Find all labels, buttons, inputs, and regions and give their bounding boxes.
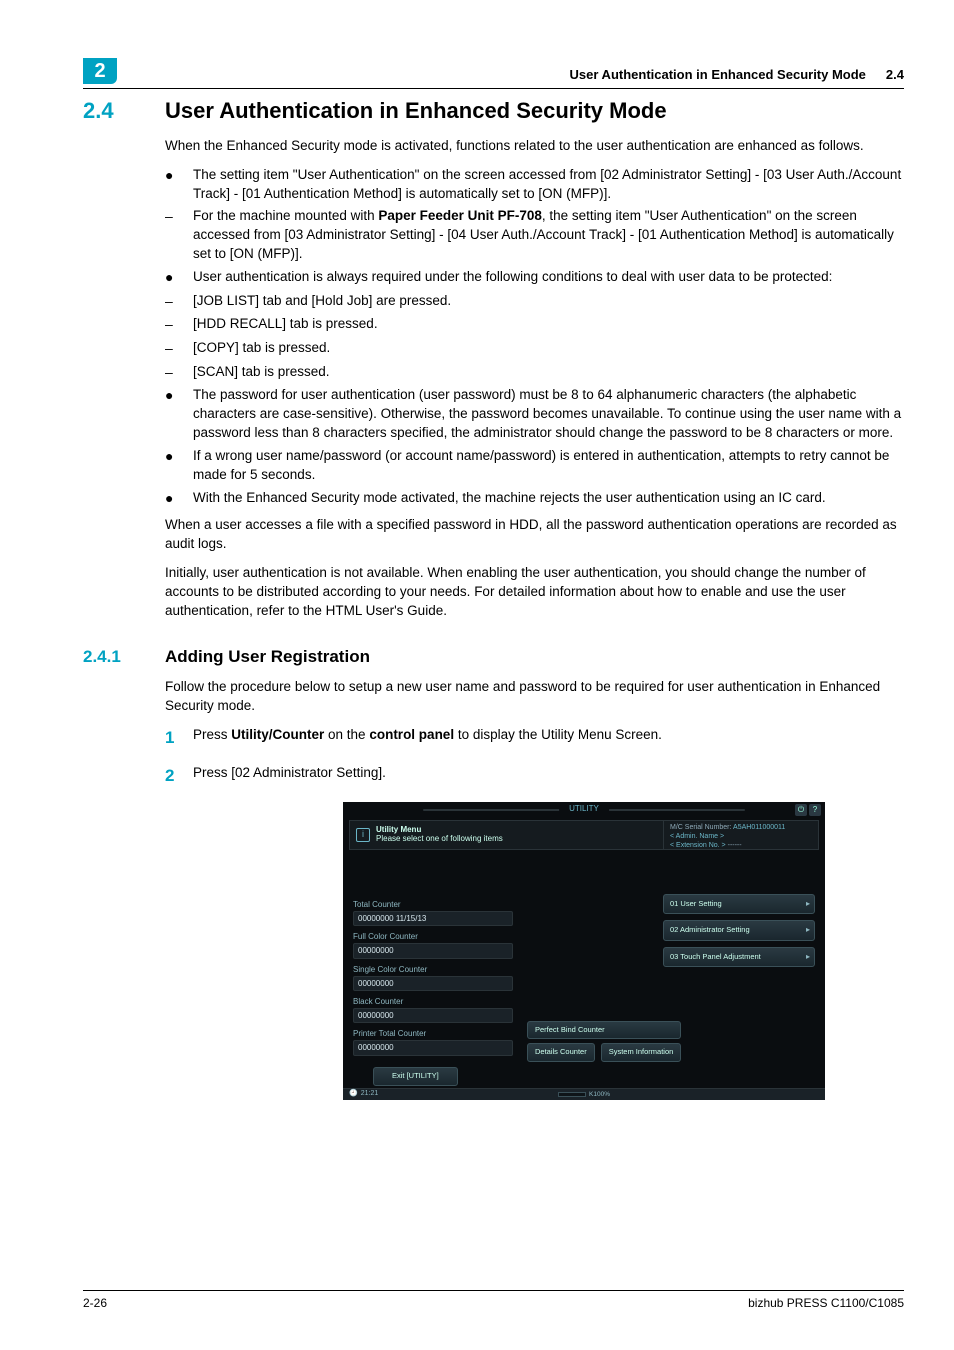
step-item: 2 Press [02 Administrator Setting].	[165, 764, 904, 788]
machine-info: M/C Serial Number: A5AH011000011 < Admin…	[663, 821, 818, 849]
touch-panel-adjustment-button[interactable]: 03 Touch Panel Adjustment	[663, 947, 815, 968]
step-number: 2	[165, 764, 193, 788]
utility-tab-label: UTILITY	[559, 803, 609, 814]
section-title: User Authentication in Enhanced Security…	[165, 96, 667, 127]
list-item: ●If a wrong user name/password (or accou…	[165, 447, 904, 485]
total-counter-label: Total Counter	[353, 899, 513, 910]
list-text: [COPY] tab is pressed.	[193, 339, 330, 359]
bullet-list: ●The setting item "User Authentication" …	[165, 166, 904, 508]
extension-label: < Extension No. >	[670, 842, 726, 849]
list-item: –[SCAN] tab is pressed.	[165, 363, 904, 383]
utility-info-bar: i Utility Menu Please select one of foll…	[349, 820, 819, 850]
list-item: – For the machine mounted with Paper Fee…	[165, 207, 904, 264]
bold-text: Utility/Counter	[231, 727, 324, 742]
paragraph: Initially, user authentication is not av…	[165, 564, 904, 621]
total-counter-value: 00000000 11/15/13	[353, 911, 513, 926]
list-item: –[JOB LIST] tab and [Hold Job] are press…	[165, 292, 904, 312]
section-number: 2.4	[83, 96, 165, 127]
single-color-counter-label: Single Color Counter	[353, 964, 513, 975]
step-item: 1 Press Utility/Counter on the control p…	[165, 726, 904, 750]
power-icon[interactable]: ⏻	[795, 804, 807, 816]
counter-button-group: Perfect Bind Counter Details Counter Sys…	[527, 1021, 681, 1062]
text: Press	[193, 727, 231, 742]
list-item: –[COPY] tab is pressed.	[165, 339, 904, 359]
section-heading: 2.4 User Authentication in Enhanced Secu…	[83, 96, 904, 127]
full-color-counter-value: 00000000	[353, 943, 513, 958]
list-item: –[HDD RECALL] tab is pressed.	[165, 315, 904, 335]
step-number: 1	[165, 726, 193, 750]
list-text: User authentication is always required u…	[193, 268, 832, 288]
list-text: If a wrong user name/password (or accoun…	[193, 447, 904, 485]
printer-total-counter-label: Printer Total Counter	[353, 1028, 513, 1039]
details-counter-button[interactable]: Details Counter	[527, 1043, 595, 1062]
text: to display the Utility Menu Screen.	[454, 727, 662, 742]
bold-text: control panel	[369, 727, 454, 742]
step-text: Press [02 Administrator Setting].	[193, 764, 386, 783]
info-text: Utility Menu Please select one of follow…	[376, 826, 503, 844]
counter-panel: Total Counter 00000000 11/15/13 Full Col…	[353, 894, 513, 1056]
list-text: The setting item "User Authentication" o…	[193, 166, 904, 204]
product-name: bizhub PRESS C1100/C1085	[748, 1295, 904, 1312]
list-text: The password for user authentication (us…	[193, 386, 904, 443]
memory-indicator: K100%	[558, 1090, 610, 1099]
text: For the machine mounted with	[193, 208, 378, 223]
black-counter-value: 00000000	[353, 1008, 513, 1023]
help-icon[interactable]: ?	[809, 804, 821, 816]
user-setting-button[interactable]: 01 User Setting	[663, 894, 815, 915]
serial-label: M/C Serial Number:	[670, 824, 731, 831]
list-text: [HDD RECALL] tab is pressed.	[193, 315, 378, 335]
bold-text: Paper Feeder Unit PF-708	[378, 208, 542, 223]
utility-header-icons: ⏻ ?	[795, 804, 821, 816]
single-color-counter-value: 00000000	[353, 976, 513, 991]
step-text: Press Utility/Counter on the control pan…	[193, 726, 662, 745]
serial-value: A5AH011000011	[733, 824, 785, 831]
text: on the	[324, 727, 369, 742]
memory-bar-icon	[558, 1092, 586, 1097]
extension-value: ------	[728, 842, 742, 849]
list-text: For the machine mounted with Paper Feede…	[193, 207, 904, 264]
list-item: ●The setting item "User Authentication" …	[165, 166, 904, 204]
subsection-title: Adding User Registration	[165, 645, 370, 669]
subsection-number: 2.4.1	[83, 645, 165, 669]
system-information-button[interactable]: System Information	[601, 1043, 682, 1062]
printer-total-counter-value: 00000000	[353, 1040, 513, 1055]
exit-button-container: Exit [UTILITY]	[373, 1067, 458, 1086]
list-text: With the Enhanced Security mode activate…	[193, 489, 826, 509]
info-left: i Utility Menu Please select one of foll…	[350, 821, 663, 849]
status-bar: 🕘 21:21 K100%	[343, 1088, 825, 1100]
list-item: ●User authentication is always required …	[165, 268, 904, 288]
list-text: [JOB LIST] tab and [Hold Job] are presse…	[193, 292, 451, 312]
page-number: 2-26	[83, 1295, 107, 1312]
info-icon: i	[356, 828, 370, 842]
utility-menu-list: 01 User Setting 02 Administrator Setting…	[663, 894, 815, 968]
utility-tab-bar: UTILITY	[423, 803, 745, 817]
utility-menu-screenshot: UTILITY ⏻ ? i Utility Menu Please select…	[343, 802, 825, 1100]
page-footer: 2-26 bizhub PRESS C1100/C1085	[83, 1290, 904, 1312]
black-counter-label: Black Counter	[353, 996, 513, 1007]
clock-value: 21:21	[361, 1089, 379, 1099]
page-content: 2.4 User Authentication in Enhanced Secu…	[83, 96, 904, 1290]
list-item: ●With the Enhanced Security mode activat…	[165, 489, 904, 509]
perfect-bind-counter-button[interactable]: Perfect Bind Counter	[527, 1021, 681, 1040]
admin-name-label: < Admin. Name >	[670, 832, 812, 841]
running-head-section: 2.4	[886, 66, 904, 84]
page-header: 2 User Authentication in Enhanced Securi…	[83, 58, 904, 89]
subsection-heading: 2.4.1 Adding User Registration	[83, 645, 904, 669]
chapter-number-badge: 2	[83, 58, 117, 84]
intro-paragraph: Follow the procedure below to setup a ne…	[165, 678, 904, 716]
exit-utility-button[interactable]: Exit [UTILITY]	[373, 1067, 458, 1086]
intro-paragraph: When the Enhanced Security mode is activ…	[165, 137, 904, 156]
clock-icon: 🕘	[349, 1089, 358, 1099]
list-text: [SCAN] tab is pressed.	[193, 363, 330, 383]
memory-value: K100%	[589, 1090, 610, 1099]
running-head-title: User Authentication in Enhanced Security…	[127, 66, 866, 84]
paragraph: When a user accesses a file with a speci…	[165, 516, 904, 554]
utility-prompt: Please select one of following items	[376, 835, 503, 844]
administrator-setting-button[interactable]: 02 Administrator Setting	[663, 920, 815, 941]
list-item: ●The password for user authentication (u…	[165, 386, 904, 443]
full-color-counter-label: Full Color Counter	[353, 931, 513, 942]
